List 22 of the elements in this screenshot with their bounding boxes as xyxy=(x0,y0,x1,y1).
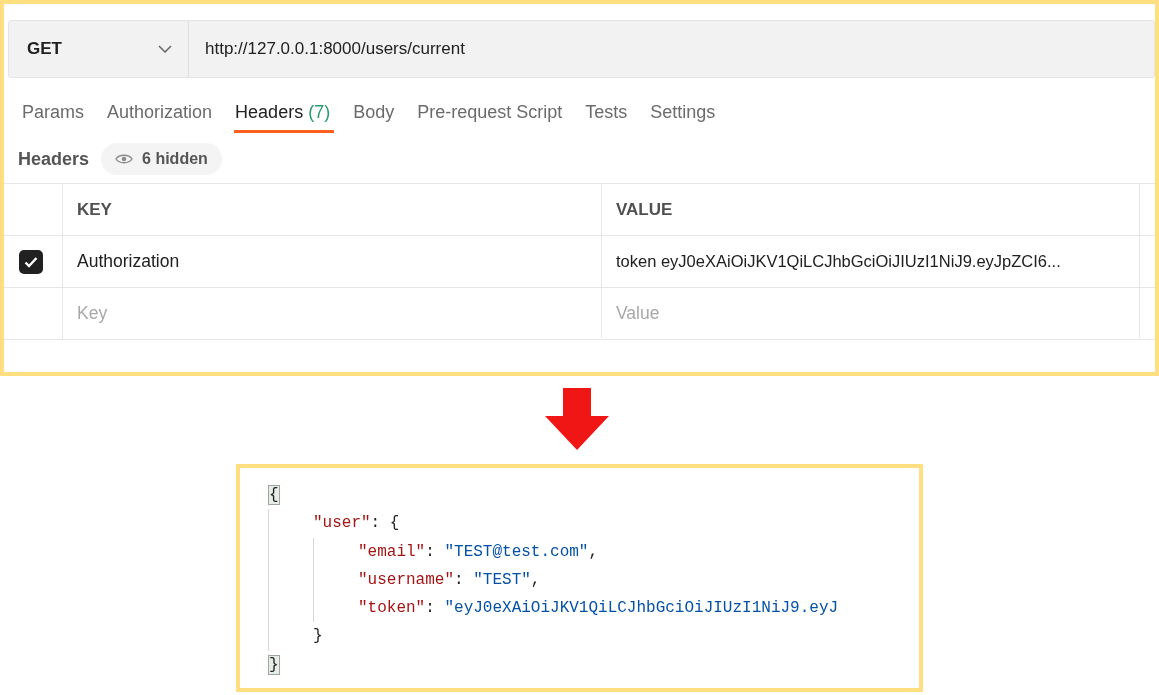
code-line: "user": { xyxy=(313,513,401,535)
hidden-headers-toggle[interactable]: 6 hidden xyxy=(101,143,222,175)
code-line: "token": "eyJ0eXAiOiJKV1QiLCJhbGciOiJIUzI1NiJ9.eyJ xyxy=(358,598,840,620)
code-line: "email": "TEST@test.com", xyxy=(358,541,600,563)
table-cell: token eyJ0eXAiOiJKV1QiLCJhbGciOiJIUzI1NiJ9.eyJpZCI6... xyxy=(602,236,1140,287)
tab[interactable]: Body xyxy=(349,90,414,135)
tab[interactable]: Headers (7) xyxy=(231,90,350,135)
tab[interactable]: Tests xyxy=(581,90,647,135)
checkbox[interactable] xyxy=(19,249,43,274)
code-line: "username": "TEST", xyxy=(358,569,542,591)
section-label: Headers xyxy=(18,148,90,170)
eye-icon xyxy=(115,153,134,165)
column-header: VALUE xyxy=(602,184,1140,235)
tab[interactable]: Params xyxy=(18,90,103,135)
column-header: KEY xyxy=(63,184,602,235)
code-line: } xyxy=(313,626,324,648)
table-cell: Authorization xyxy=(63,236,602,287)
tab[interactable]: Authorization xyxy=(103,90,232,135)
arrow-down-icon xyxy=(544,388,609,450)
tab[interactable]: Settings xyxy=(646,90,735,135)
checkmark-icon xyxy=(24,255,38,268)
tab[interactable]: Pre-request Script xyxy=(413,90,582,135)
